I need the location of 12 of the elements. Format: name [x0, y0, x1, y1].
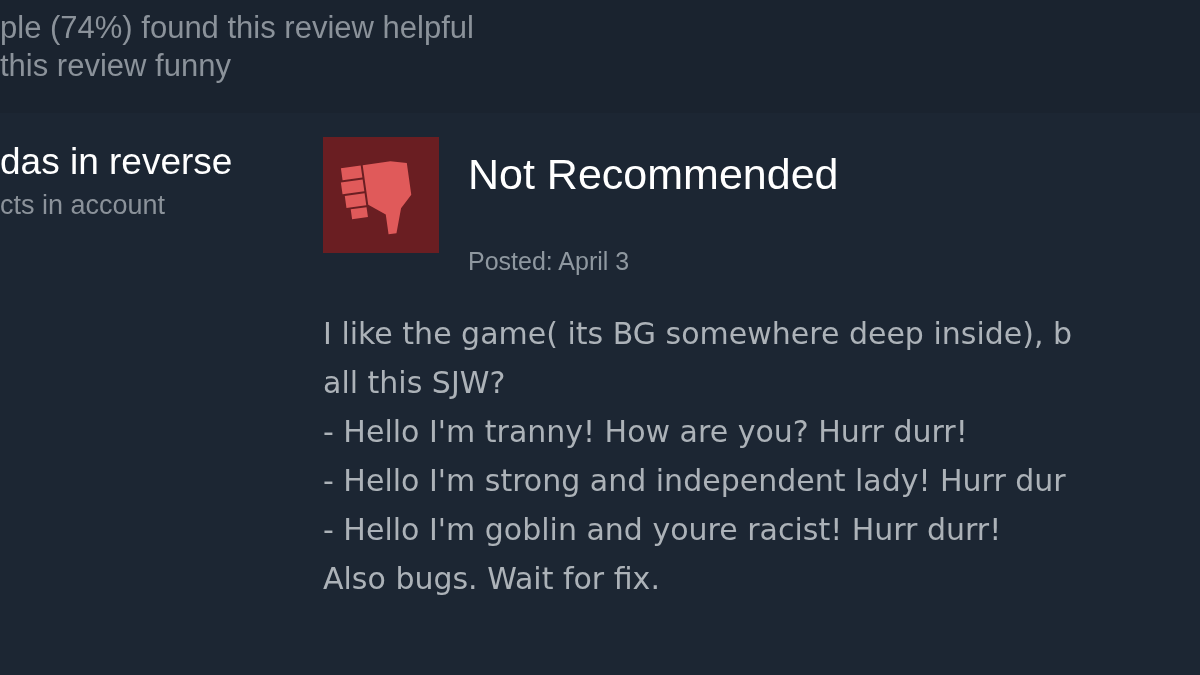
- product-count: cts in account: [0, 189, 167, 222]
- review-text-line: - Hello I'm tranny! How are you? Hurr durr!: [323, 412, 968, 451]
- posted-date: Posted: April 3: [468, 246, 631, 277]
- review-text-line: all this SJW?: [323, 363, 506, 402]
- review-text-line: I like the game( its BG somewhere deep inside), b: [323, 314, 1073, 353]
- helpfulness-text: ple (74%) found this review helpful: [0, 9, 475, 47]
- review-text-line: - Hello I'm strong and independent lady! Hurr dur: [323, 461, 1066, 500]
- review-text-line: Also bugs. Wait for fix.: [323, 559, 660, 598]
- review-text-line: - Hello I'm goblin and youre racist! Hurr durr!: [323, 510, 1002, 549]
- reviewer-name[interactable]: das in reverse: [0, 139, 323, 185]
- verdict-title: Not Recommended: [468, 149, 839, 199]
- helpfulness-text: this review funny: [0, 47, 232, 85]
